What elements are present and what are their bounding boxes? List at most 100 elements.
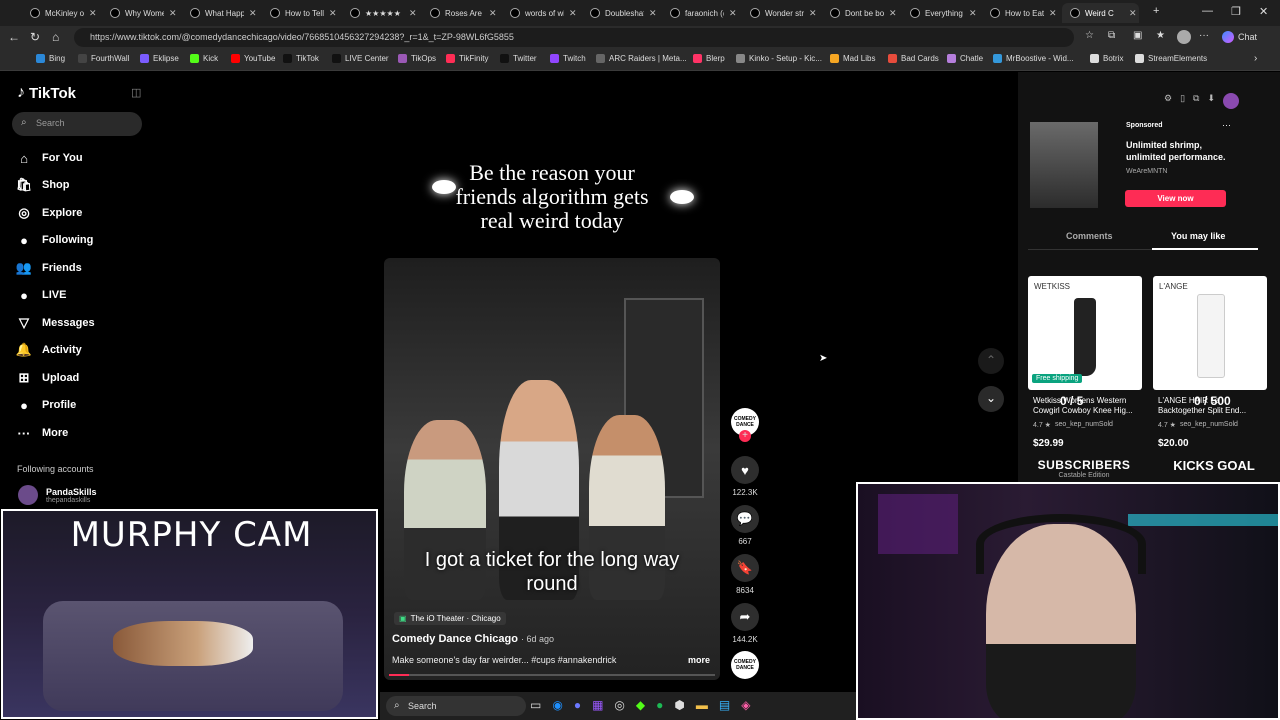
- tab-close-icon[interactable]: ✕: [729, 8, 739, 19]
- music-disc-button[interactable]: COMEDY DANCE: [730, 651, 760, 683]
- ad-more-icon[interactable]: ···: [1222, 120, 1231, 130]
- nav-item-live[interactable]: ● LIVE: [16, 287, 66, 303]
- following-account-item[interactable]: PandaSkills thepandaskills: [18, 485, 97, 505]
- bookmark-item[interactable]: Twitch: [550, 54, 586, 63]
- new-tab-button[interactable]: +: [1153, 5, 1159, 17]
- video-author-row[interactable]: Comedy Dance Chicago · 6d ago: [392, 633, 554, 645]
- more-bookmarks-icon[interactable]: ›: [1254, 53, 1257, 64]
- browser-tab[interactable]: Weird C ✕: [1062, 3, 1139, 23]
- nav-item-profile[interactable]: ● Profile: [16, 397, 76, 413]
- browser-tab[interactable]: How to Tell Y ✕: [262, 3, 339, 23]
- spotify-icon[interactable]: ●: [656, 698, 663, 712]
- bookmark-item[interactable]: Kick: [190, 54, 218, 63]
- bookmark-item[interactable]: ARC Raiders | Meta...: [596, 54, 687, 63]
- video-author[interactable]: Comedy Dance Chicago: [392, 633, 518, 645]
- tab-close-icon[interactable]: ✕: [569, 8, 579, 19]
- browser-tab[interactable]: Everything w ✕: [902, 3, 979, 23]
- nav-item-explore[interactable]: ◎ Explore: [16, 205, 82, 221]
- tiktok-logo[interactable]: ♪ TikTok: [17, 84, 76, 102]
- browser-tab[interactable]: How to Eat N ✕: [982, 3, 1059, 23]
- minimize-button[interactable]: —: [1202, 5, 1213, 17]
- next-video-button[interactable]: ⌄: [978, 386, 1004, 412]
- browser-tab[interactable]: Doubleshaft ✕: [582, 3, 659, 23]
- tab-close-icon[interactable]: ✕: [1049, 8, 1059, 19]
- discord-icon[interactable]: ●: [574, 698, 581, 712]
- nav-item-more[interactable]: ··· More: [16, 425, 69, 441]
- browser-tab[interactable]: Dont be bori ✕: [822, 3, 899, 23]
- extensions-icon[interactable]: ⧉: [1108, 30, 1115, 41]
- settings-icon[interactable]: ⚙: [1164, 93, 1172, 109]
- bookmark-item[interactable]: Mad Libs: [830, 54, 875, 63]
- copy-icon[interactable]: ⧉: [1193, 93, 1199, 109]
- bookmark-item[interactable]: Chatle: [947, 54, 983, 63]
- home-icon[interactable]: ⌂: [52, 30, 59, 44]
- nav-item-messages[interactable]: ▽ Messages: [16, 315, 95, 331]
- bookmark-item[interactable]: TikTok: [283, 54, 319, 63]
- bookmark-item[interactable]: YouTube: [231, 54, 275, 63]
- bookmark-item[interactable]: Blerp: [693, 54, 725, 63]
- product-image[interactable]: L'ANGE: [1153, 276, 1267, 390]
- bookmark-item[interactable]: TikFinity: [446, 54, 488, 63]
- star-icon[interactable]: ☆: [1085, 30, 1094, 41]
- bookmark-item[interactable]: TikOps: [398, 54, 436, 63]
- user-avatar[interactable]: [1223, 93, 1240, 109]
- video-progress-bar[interactable]: [389, 674, 715, 676]
- bookmark-item[interactable]: Bing: [36, 54, 65, 63]
- menu-dots-icon[interactable]: ···: [1199, 30, 1209, 41]
- browser-tab[interactable]: Why Women ✕: [102, 3, 179, 23]
- browser-tab[interactable]: McKinley on ✕: [22, 3, 99, 23]
- kick-app-icon[interactable]: ◆: [636, 698, 645, 712]
- bookmark-item[interactable]: Bad Cards: [888, 54, 939, 63]
- like-button[interactable]: ♥ 122.3K: [730, 456, 760, 497]
- tab-close-icon[interactable]: ✕: [169, 8, 179, 19]
- tab-close-icon[interactable]: ✕: [1129, 8, 1139, 19]
- share-button[interactable]: ➦ 144.2K: [730, 603, 760, 644]
- bookmark-item[interactable]: Twitter: [500, 54, 537, 63]
- back-icon[interactable]: ←: [8, 30, 20, 44]
- video-player[interactable]: I got a ticket for the long way round ▣ …: [384, 258, 720, 680]
- author-avatar-button[interactable]: COMEDY DANCE +: [730, 408, 760, 442]
- browser-tab[interactable]: What Happe ✕: [182, 3, 259, 23]
- tab-close-icon[interactable]: ✕: [969, 8, 979, 19]
- tab-close-icon[interactable]: ✕: [409, 8, 419, 19]
- comment-button[interactable]: 💬 667: [730, 505, 760, 546]
- collections-icon[interactable]: ▣: [1133, 30, 1142, 41]
- notes-icon[interactable]: ▤: [719, 698, 730, 712]
- task-view-icon[interactable]: ▭: [530, 698, 541, 712]
- nav-item-activity[interactable]: 🔔 Activity: [16, 342, 82, 358]
- nav-item-shop[interactable]: 🛍 Shop: [16, 177, 70, 193]
- obs-icon[interactable]: ◎: [614, 698, 624, 712]
- tab-close-icon[interactable]: ✕: [249, 8, 259, 19]
- more-link[interactable]: more: [688, 655, 710, 665]
- search-input[interactable]: ⌕ Search: [12, 112, 142, 136]
- close-window-button[interactable]: ✕: [1259, 5, 1268, 18]
- bookmark-item[interactable]: FourthWall: [78, 54, 129, 63]
- bookmark-item[interactable]: MrBoostive - Wid...: [993, 54, 1074, 63]
- bookmark-item[interactable]: Kinko - Setup - Kic...: [736, 54, 822, 63]
- follow-plus-icon[interactable]: +: [739, 430, 751, 442]
- product-card[interactable]: L'ANGE L'ANGE HAIR Le Backtogether Split …: [1153, 276, 1267, 456]
- nav-item-for-you[interactable]: ⌂ For You: [16, 150, 82, 166]
- profile-avatar-icon[interactable]: [1177, 30, 1191, 44]
- browser-tab[interactable]: words of wis ✕: [502, 3, 579, 23]
- browser-tab[interactable]: ★★★★★ ✕: [342, 3, 419, 23]
- bookmark-item[interactable]: Botrix: [1090, 54, 1123, 63]
- nav-item-following[interactable]: ● Following: [16, 232, 93, 248]
- location-tag[interactable]: ▣ The iO Theater · Chicago: [394, 612, 506, 625]
- file-explorer-icon[interactable]: ▬: [696, 698, 708, 712]
- tab-close-icon[interactable]: ✕: [889, 8, 899, 19]
- ad-cta-button[interactable]: View now: [1125, 190, 1226, 207]
- sponsored-ad[interactable]: Sponsored ··· Unlimited shrimp, unlimite…: [1028, 120, 1268, 212]
- tab-close-icon[interactable]: ✕: [649, 8, 659, 19]
- browser-tab[interactable]: Wonder strik ✕: [742, 3, 819, 23]
- bookmark-item[interactable]: Eklipse: [140, 54, 179, 63]
- edge-icon[interactable]: ◉: [552, 698, 562, 712]
- product-image[interactable]: WETKISS Free shipping: [1028, 276, 1142, 390]
- previous-video-button[interactable]: ⌃: [978, 348, 1004, 374]
- tab-close-icon[interactable]: ✕: [489, 8, 499, 19]
- maximize-button[interactable]: ❐: [1231, 5, 1241, 18]
- paint-icon[interactable]: ◈: [741, 698, 750, 712]
- tab-close-icon[interactable]: ✕: [809, 8, 819, 19]
- url-field[interactable]: https://www.tiktok.com/@comedydancechica…: [74, 28, 1074, 47]
- favorites-icon[interactable]: ★: [1156, 30, 1165, 41]
